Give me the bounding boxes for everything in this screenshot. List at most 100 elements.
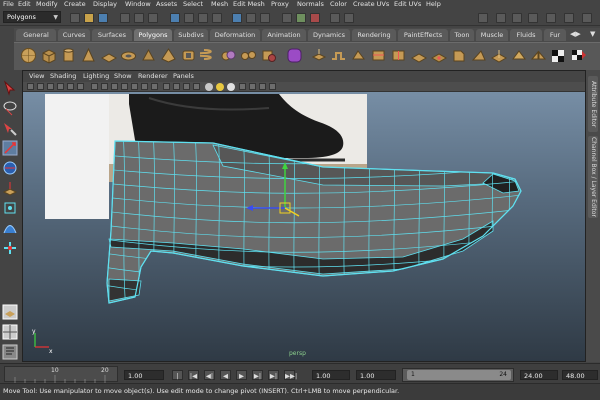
menu-window[interactable]: Window <box>125 0 151 9</box>
bevel-icon[interactable] <box>450 47 467 64</box>
poly-prism-icon[interactable] <box>140 47 157 64</box>
poly-plane-icon[interactable] <box>100 47 117 64</box>
time-slider[interactable]: 10 20 <box>4 366 118 383</box>
select-component-icon[interactable] <box>148 13 158 23</box>
bridge-icon[interactable] <box>330 47 347 64</box>
range-slider[interactable]: 1 24 <box>402 368 514 382</box>
output-ops-icon[interactable] <box>246 13 256 23</box>
menu-display[interactable]: Display <box>93 0 117 9</box>
hypershade-toggle-icon[interactable] <box>564 13 574 23</box>
outliner-toggle-icon[interactable] <box>546 13 556 23</box>
save-scene-icon[interactable] <box>98 13 108 23</box>
move-tool-icon[interactable] <box>2 140 18 156</box>
tab-deformation[interactable]: Deformation <box>210 29 260 41</box>
tab-rendering[interactable]: Rendering <box>352 29 396 41</box>
select-object-icon[interactable] <box>134 13 144 23</box>
poly-pyramid-icon[interactable] <box>160 47 177 64</box>
snap-point-icon[interactable] <box>198 13 208 23</box>
layer-editor-toggle-icon[interactable] <box>528 13 538 23</box>
menu-create[interactable]: Create <box>64 0 86 9</box>
mirror-icon[interactable] <box>530 47 547 64</box>
light-icon[interactable] <box>344 13 354 23</box>
tab-fluids[interactable]: Fluids <box>510 29 542 41</box>
menu-select[interactable]: Select <box>183 0 203 9</box>
go-to-end-button[interactable]: ▶▶| <box>284 370 297 380</box>
chamfer-icon[interactable] <box>510 47 527 64</box>
lasso-tool-icon[interactable] <box>2 100 18 116</box>
menu-modify[interactable]: Modify <box>36 0 58 9</box>
offset-edge-loop-icon[interactable] <box>410 47 427 64</box>
new-scene-icon[interactable] <box>70 13 80 23</box>
tab-subdivs[interactable]: Subdivs <box>174 29 208 41</box>
range-slider-handle[interactable]: 1 24 <box>407 370 511 380</box>
select-hierarchy-icon[interactable] <box>120 13 130 23</box>
menu-help[interactable]: Help <box>426 0 441 9</box>
menu-color[interactable]: Color <box>330 0 347 9</box>
poly-cube-icon[interactable] <box>40 47 57 64</box>
menu-normals[interactable]: Normals <box>297 0 324 9</box>
go-to-start-button[interactable]: |◀◀ <box>172 370 183 390</box>
menu-create-uvs[interactable]: Create UVs <box>353 0 389 9</box>
shoe-polygon-mesh[interactable] <box>23 71 586 362</box>
tab-surfaces[interactable]: Surfaces <box>92 29 132 41</box>
menu-assets[interactable]: Assets <box>156 0 177 9</box>
uv-checker-icon[interactable] <box>550 47 567 64</box>
separate-icon[interactable] <box>240 47 257 64</box>
tab-polygons[interactable]: Polygons <box>134 29 172 41</box>
snap-grid-icon[interactable] <box>170 13 180 23</box>
playback-start-field[interactable]: 1.00 <box>356 370 396 380</box>
render-settings-icon[interactable] <box>310 13 320 23</box>
menu-edit-mesh[interactable]: Edit Mesh <box>233 0 265 9</box>
channel-box-toggle-icon[interactable] <box>512 13 522 23</box>
boolean-icon[interactable] <box>260 47 277 64</box>
shelf-menu-icon[interactable]: ▼ <box>590 30 598 40</box>
step-forward-frame-button[interactable]: ▶| <box>252 370 263 380</box>
attribute-editor-toggle-icon[interactable] <box>478 13 488 23</box>
channel-box-tab[interactable]: Channel Box / Layer Editor <box>588 136 598 218</box>
current-time-field[interactable]: 1.00 <box>124 370 164 380</box>
extrude-icon[interactable] <box>310 47 327 64</box>
wedge-icon[interactable] <box>470 47 487 64</box>
attribute-editor-tab[interactable]: Attribute Editor <box>588 76 598 132</box>
tab-curves[interactable]: Curves <box>58 29 90 41</box>
poly-cone-icon[interactable] <box>80 47 97 64</box>
show-manipulator-icon[interactable] <box>2 240 18 256</box>
open-scene-icon[interactable] <box>84 13 94 23</box>
render-frame-icon[interactable] <box>282 13 292 23</box>
start-time-field[interactable]: 1.00 <box>312 370 350 380</box>
menu-edit[interactable]: Edit <box>18 0 31 9</box>
ipr-render-icon[interactable] <box>296 13 306 23</box>
menu-edit-uvs[interactable]: Edit UVs <box>394 0 421 9</box>
select-tool-icon[interactable] <box>2 80 18 96</box>
poke-icon[interactable] <box>490 47 507 64</box>
camera-icon[interactable] <box>330 13 340 23</box>
tab-fur[interactable]: Fur <box>544 29 566 41</box>
rotate-tool-icon[interactable] <box>2 160 18 176</box>
tab-dynamics[interactable]: Dynamics <box>308 29 350 41</box>
four-view-layout-icon[interactable] <box>2 324 18 340</box>
tab-toon[interactable]: Toon <box>450 29 474 41</box>
smooth-icon[interactable] <box>286 47 303 64</box>
soft-modification-icon[interactable] <box>2 220 18 236</box>
append-polygon-icon[interactable] <box>350 47 367 64</box>
split-polygon-icon[interactable] <box>370 47 387 64</box>
tab-muscle[interactable]: Muscle <box>476 29 508 41</box>
snap-surface-icon[interactable] <box>212 13 222 23</box>
tool-settings-toggle-icon[interactable] <box>496 13 506 23</box>
poly-helix-icon[interactable] <box>200 47 217 64</box>
paint-select-tool-icon[interactable] <box>2 120 18 136</box>
uv-layout-icon[interactable] <box>570 47 587 64</box>
poly-sphere-icon[interactable] <box>20 47 37 64</box>
menu-mesh[interactable]: Mesh <box>211 0 228 9</box>
tab-painteffects[interactable]: PaintEffects <box>398 29 448 41</box>
poly-torus-icon[interactable] <box>120 47 137 64</box>
poly-cylinder-icon[interactable] <box>60 47 77 64</box>
input-ops-icon[interactable] <box>232 13 242 23</box>
outliner-layout-icon[interactable] <box>2 344 18 360</box>
tab-animation[interactable]: Animation <box>262 29 306 41</box>
step-forward-key-button[interactable]: ▶| <box>268 370 279 380</box>
play-forwards-button[interactable]: ▶ <box>236 370 247 380</box>
merge-vertices-icon[interactable] <box>430 47 447 64</box>
graph-editor-toggle-icon[interactable] <box>582 13 592 23</box>
play-backwards-button[interactable]: ◀ <box>220 370 231 380</box>
